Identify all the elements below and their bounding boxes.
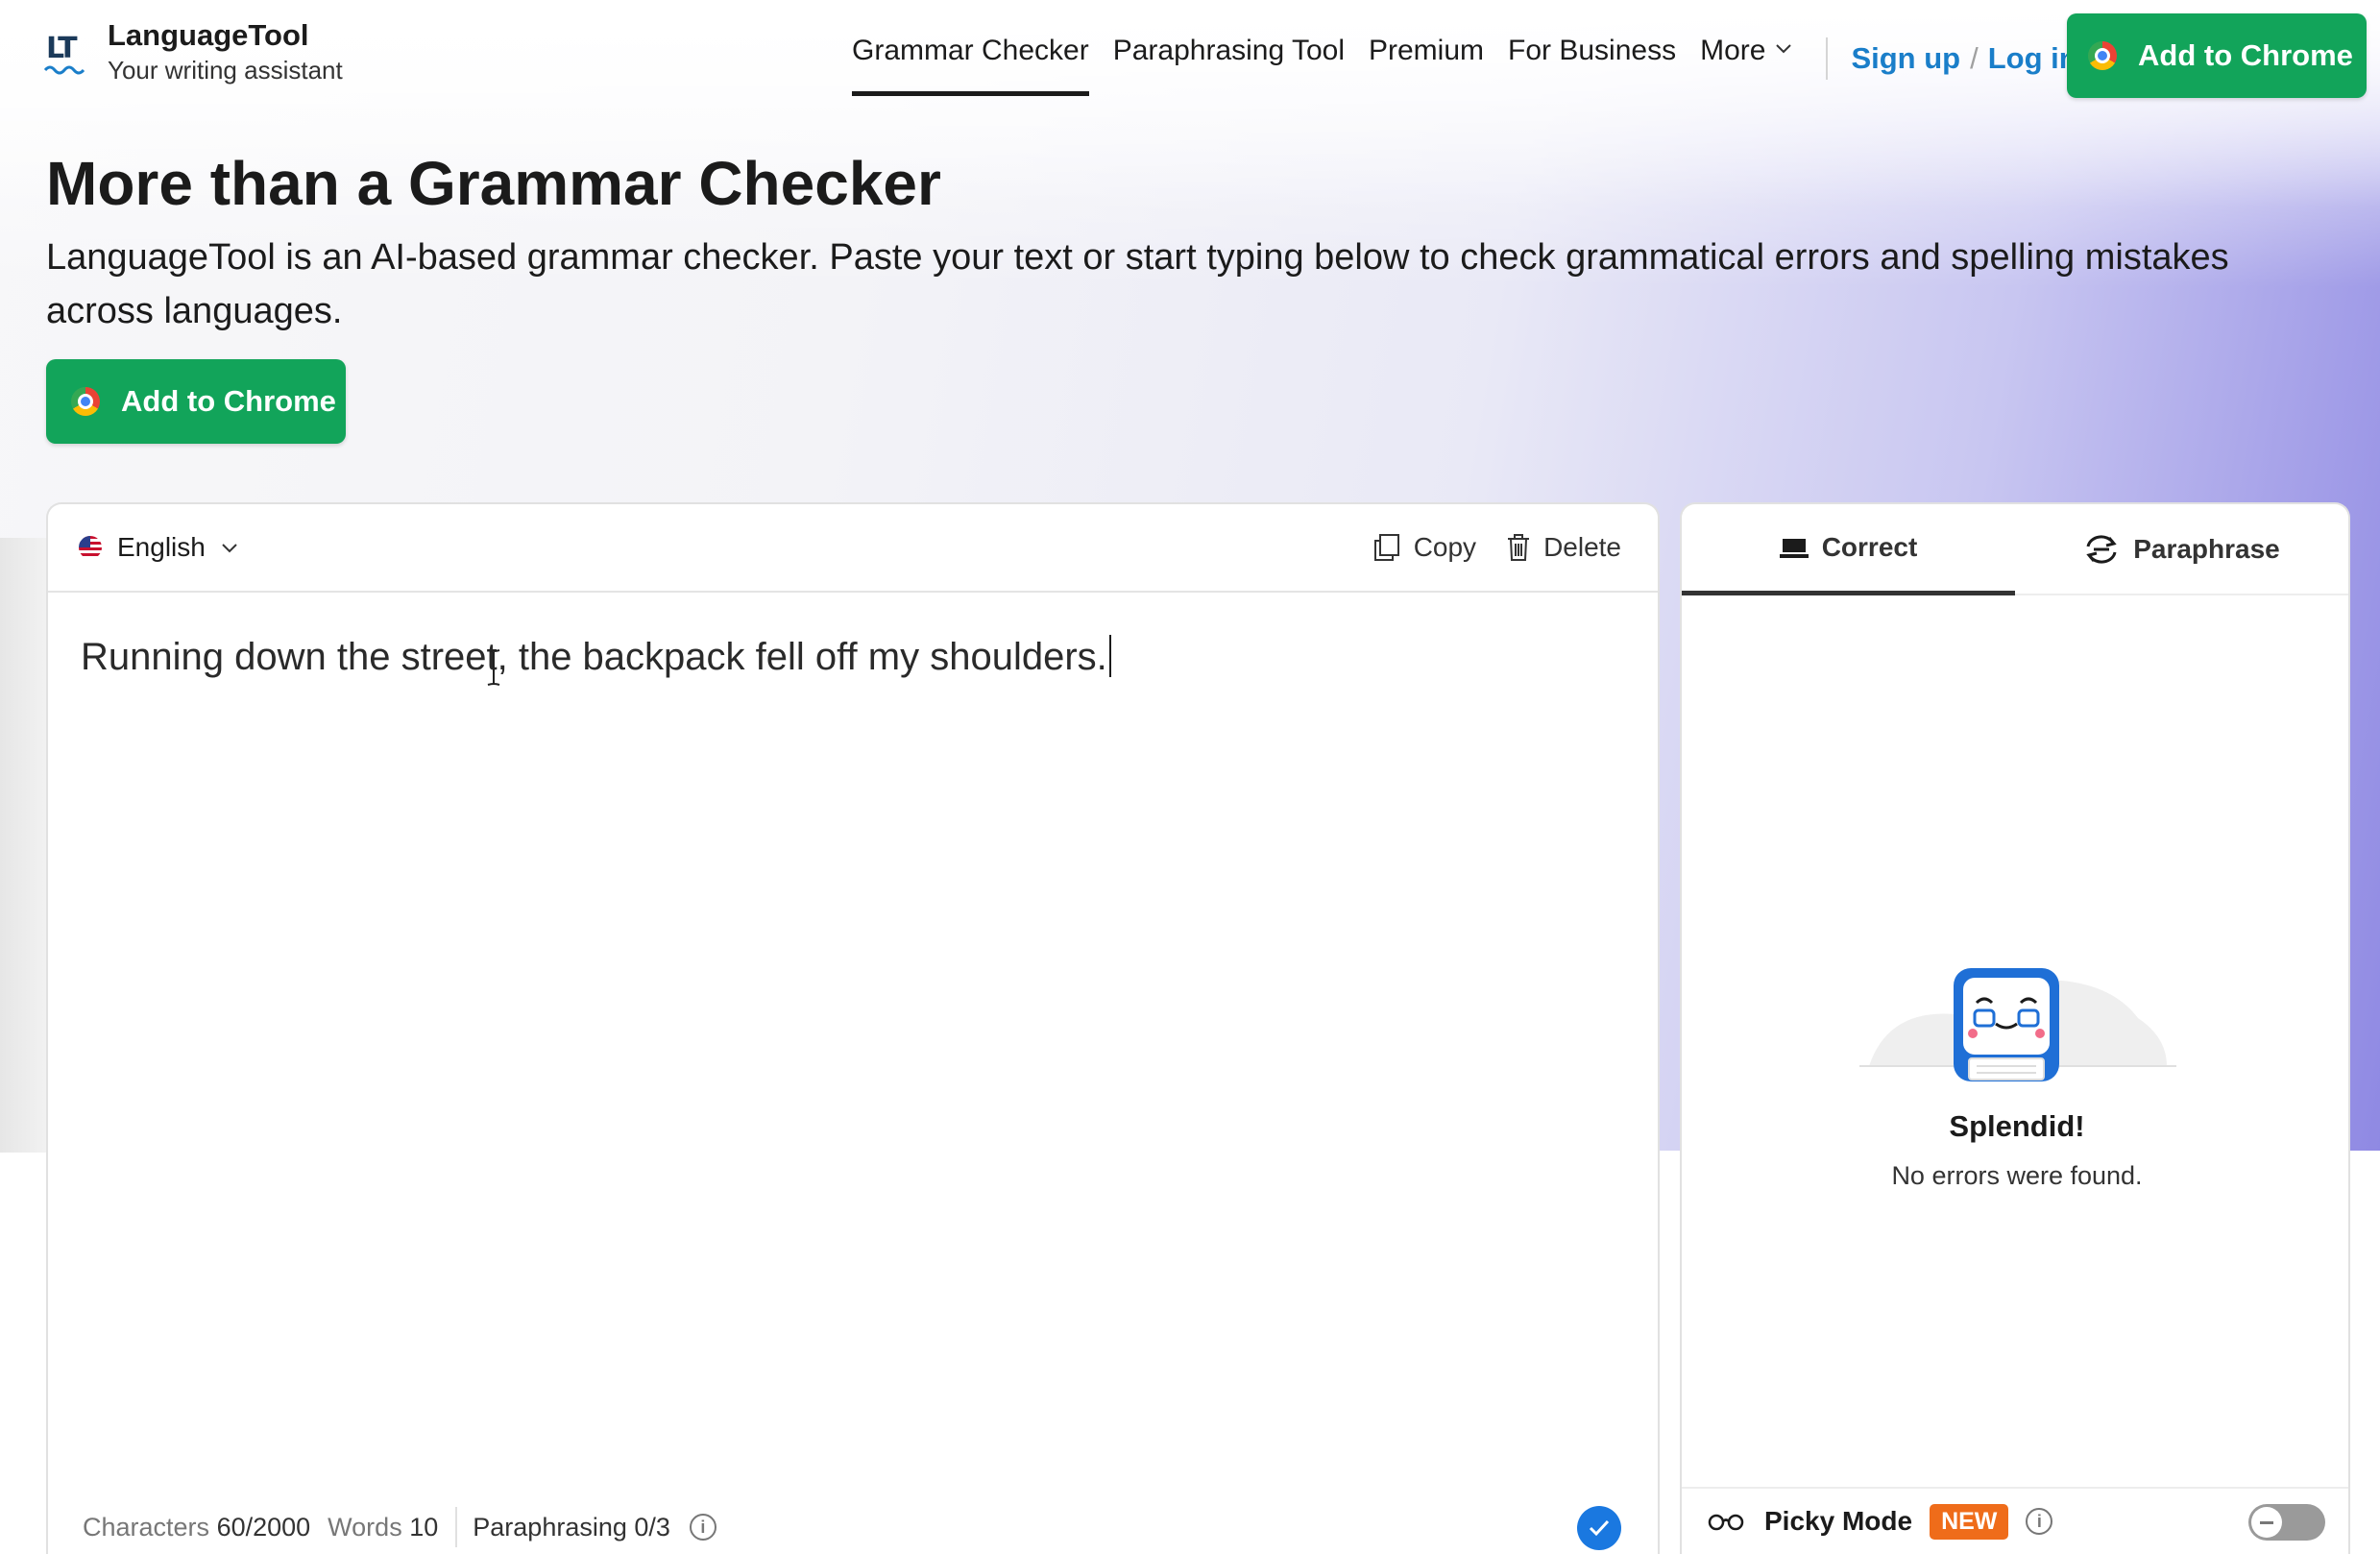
editor-textarea[interactable]: Running down the street, the backpack fe…	[81, 631, 1111, 683]
chrome-icon	[71, 387, 100, 416]
nav-add-to-chrome-button[interactable]: Add to Chrome	[2067, 13, 2367, 98]
hero-description: LanguageTool is an AI-based grammar chec…	[46, 237, 2229, 331]
text-caret	[1108, 635, 1111, 677]
status-divider	[455, 1507, 458, 1547]
brand-tagline: Your writing assistant	[108, 56, 343, 85]
auth-links: Sign up / Log in	[1851, 41, 2076, 76]
ibeam-cursor-icon	[487, 649, 500, 686]
toggle-knob	[2251, 1507, 2282, 1538]
nav-link-label: More	[1700, 35, 1766, 66]
hero-section: More than a Grammar Checker LanguageTool…	[46, 144, 2255, 338]
chrome-icon	[2088, 41, 2117, 70]
nav-divider	[1826, 37, 1829, 80]
log-in-link[interactable]: Log in	[1988, 41, 2077, 76]
hero-add-to-chrome-button[interactable]: Add to Chrome	[46, 359, 346, 444]
trash-icon	[1508, 534, 1530, 561]
paraphrase-icon	[2086, 534, 2117, 564]
new-badge: NEW	[1930, 1503, 2009, 1540]
paraphrasing-value: 0/3	[634, 1512, 670, 1542]
word-count: Words 10	[328, 1513, 438, 1542]
chevron-down-icon	[1776, 44, 1792, 54]
laptop-icon	[1779, 539, 1809, 558]
paraphrasing-label: Paraphrasing	[473, 1512, 627, 1542]
nav-more-dropdown[interactable]: More	[1700, 29, 1792, 96]
word-count-label: Words	[328, 1512, 402, 1542]
picky-mode-label: Picky Mode	[1764, 1506, 1913, 1536]
delete-button[interactable]: Delete	[1505, 532, 1621, 563]
panel-tabs: Correct Paraphrase	[1682, 504, 2348, 595]
delete-label: Delete	[1543, 532, 1621, 562]
languagetool-logo-icon: LT	[42, 32, 86, 76]
paraphrasing-count: Paraphrasing 0/3	[473, 1513, 670, 1542]
editor-content: Running down the street, the backpack fe…	[81, 636, 1107, 678]
page-title: More than a Grammar Checker	[46, 149, 941, 218]
hero-left-texture	[0, 538, 48, 1153]
button-label: Add to Chrome	[2138, 38, 2353, 72]
nav-paraphrasing-tool[interactable]: Paraphrasing Tool	[1113, 29, 1345, 96]
sign-up-link[interactable]: Sign up	[1851, 41, 1960, 76]
character-count: Characters 60/2000	[83, 1513, 310, 1542]
picky-mode-bar: Picky Mode NEW i	[1682, 1487, 2348, 1554]
editor-status-bar: Characters 60/2000 Words 10 Paraphrasing…	[48, 1500, 1658, 1554]
nav-link-label: Premium	[1369, 35, 1485, 66]
tab-paraphrase[interactable]: Paraphrase	[2015, 504, 2348, 594]
chevron-down-icon	[222, 544, 237, 553]
nav-link-label: For Business	[1508, 35, 1677, 66]
character-count-value: 60/2000	[216, 1512, 311, 1542]
text-editor: English Copy Delete Running down the str…	[46, 502, 1660, 1554]
editor-actions: Copy Delete	[1343, 504, 1621, 591]
top-navigation: LT LanguageTool Your writing assistant G…	[0, 0, 2380, 113]
picky-mode-toggle[interactable]	[2248, 1504, 2325, 1541]
info-icon[interactable]: i	[2026, 1508, 2053, 1535]
info-icon[interactable]: i	[689, 1514, 716, 1541]
glasses-icon	[1708, 1514, 1744, 1531]
result-title: Splendid!	[1949, 1109, 2085, 1143]
tab-correct[interactable]: Correct	[1682, 504, 2015, 595]
language-selector[interactable]: English	[79, 532, 238, 563]
nav-link-label: Paraphrasing Tool	[1112, 35, 1345, 66]
check-complete-icon	[1577, 1506, 1621, 1550]
brand-name: LanguageTool	[108, 18, 309, 52]
tab-label: Paraphrase	[2133, 533, 2280, 564]
copy-button[interactable]: Copy	[1372, 532, 1476, 563]
nav-for-business[interactable]: For Business	[1508, 29, 1676, 96]
word-count-value: 10	[409, 1512, 439, 1542]
editor-toolbar: English Copy Delete	[48, 504, 1658, 593]
brand-logo[interactable]: LT LanguageTool Your writing assistant	[42, 17, 343, 86]
language-label: English	[117, 532, 206, 562]
nav-premium[interactable]: Premium	[1369, 29, 1484, 96]
results-panel: Correct Paraphrase Splendid! No errors w…	[1680, 502, 2350, 1554]
nav-grammar-checker[interactable]: Grammar Checker	[852, 29, 1089, 96]
main-menu: Grammar Checker Paraphrasing Tool Premiu…	[852, 29, 2077, 96]
tab-label: Correct	[1821, 532, 1918, 562]
auth-separator: /	[1970, 41, 1979, 75]
copy-label: Copy	[1413, 532, 1477, 562]
character-count-label: Characters	[83, 1512, 210, 1542]
copy-icon	[1373, 534, 1399, 561]
nav-link-label: Grammar Checker	[852, 35, 1089, 66]
us-flag-icon	[79, 536, 102, 559]
result-message: No errors were found.	[1891, 1161, 2143, 1190]
button-label: Add to Chrome	[121, 384, 336, 418]
